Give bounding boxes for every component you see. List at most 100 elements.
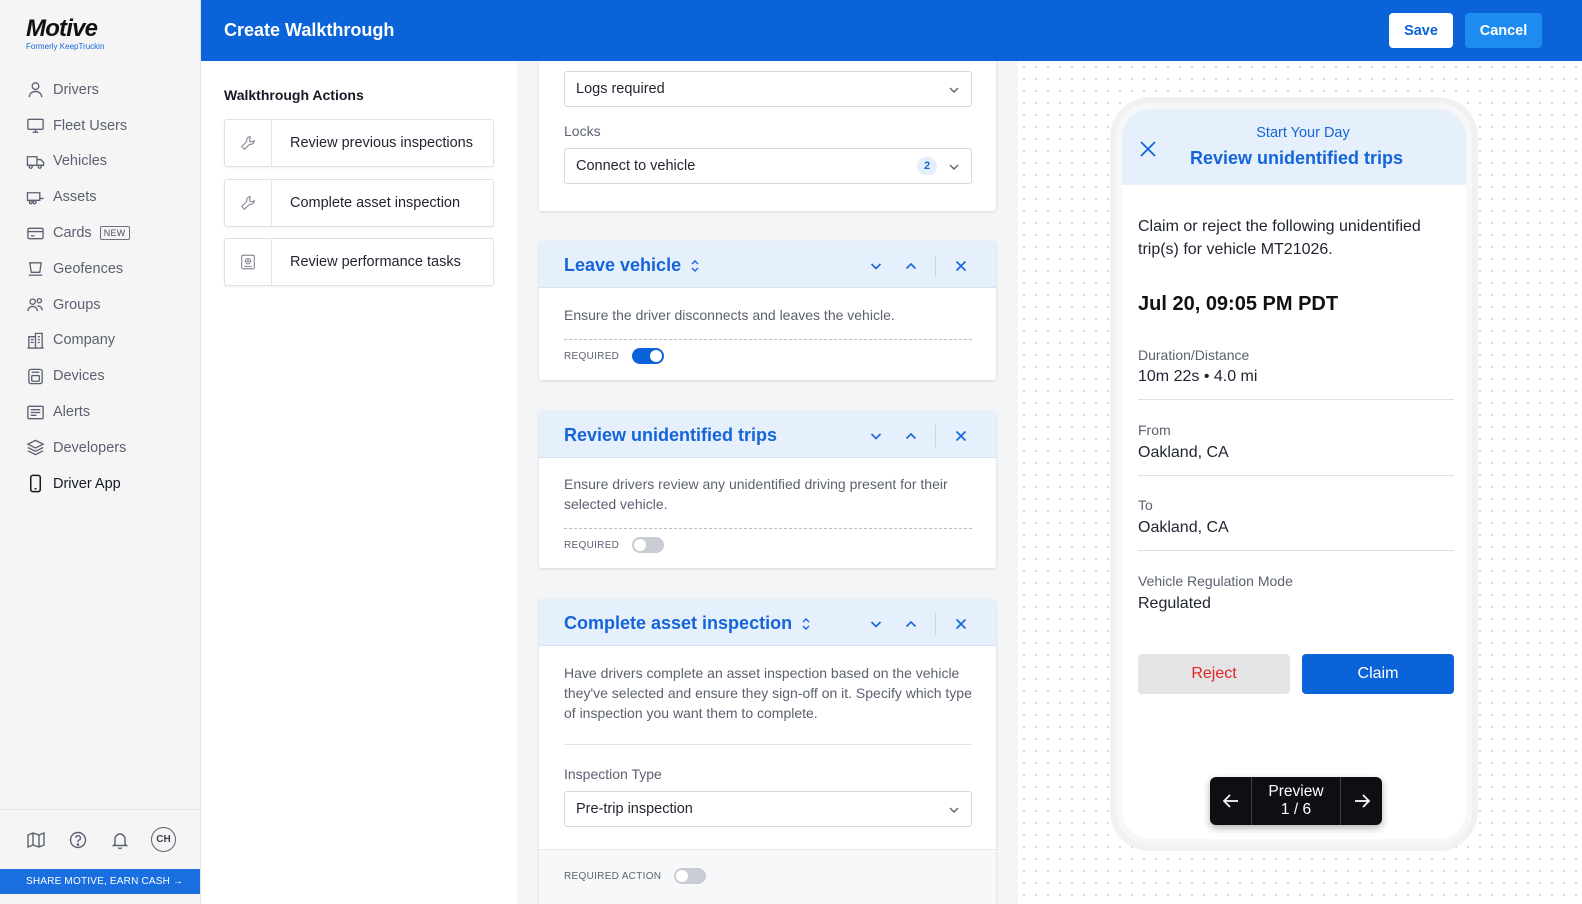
select-value: Logs required <box>576 81 665 97</box>
devices-icon <box>25 366 45 386</box>
pager-label: Preview <box>1268 783 1324 800</box>
sidebar-item-label: Devices <box>53 368 105 385</box>
claim-button[interactable]: Claim <box>1302 654 1454 694</box>
card-controls <box>851 613 971 635</box>
sort-icon[interactable] <box>689 259 701 273</box>
walkthrough-actions-title: Walkthrough Actions <box>224 87 364 103</box>
sidebar-item-label: Vehicles <box>53 153 108 170</box>
arrow-right-icon[interactable] <box>1341 777 1382 825</box>
complete-asset-inspection-card: Complete asset inspection Have drivers c… <box>539 599 996 904</box>
logo-wordmark: Motive <box>26 15 98 42</box>
sidebar-nav: Drivers Fleet Users Vehicles Assets Card… <box>0 72 200 502</box>
logo-tagline: Formerly KeepTruckin <box>26 42 105 51</box>
chevron-down-icon[interactable] <box>866 614 886 634</box>
help-icon[interactable] <box>67 829 89 851</box>
select-value: Connect to vehicle <box>576 158 696 174</box>
truck-icon <box>25 151 45 171</box>
sidebar-item-driver-app[interactable]: Driver App <box>0 466 200 502</box>
sidebar-item-geofences[interactable]: Geofences <box>0 251 200 287</box>
action-review-performance-tasks[interactable]: Review performance tasks <box>224 238 494 286</box>
map-area-icon <box>25 259 45 279</box>
leave-vehicle-card: Leave vehicle Ensure the driver disconne… <box>539 241 996 380</box>
duration-distance-value: 10m 22s • 4.0 mi <box>1138 368 1258 385</box>
inspection-type-select[interactable]: Pre-trip inspection <box>564 791 972 827</box>
sidebar-item-assets[interactable]: Assets <box>0 179 200 215</box>
walkthrough-editor: Logs required Locks Connect to vehicle 2… <box>517 61 1018 904</box>
groups-icon <box>25 295 45 315</box>
chevron-down-icon[interactable] <box>866 426 886 446</box>
divider <box>564 339 972 340</box>
preview-canvas: Start Your Day Review unidentified trips… <box>1018 61 1582 904</box>
action-review-previous-inspections[interactable]: Review previous inspections <box>224 119 494 167</box>
close-icon[interactable] <box>951 614 971 634</box>
required-action-footer: REQUIRED ACTION <box>539 849 996 904</box>
close-icon[interactable] <box>951 426 971 446</box>
preview-pager: Preview 1 / 6 <box>1210 777 1382 825</box>
from-label: From <box>1138 422 1171 438</box>
card-title-text: Review unidentified trips <box>564 425 778 445</box>
action-complete-asset-inspection[interactable]: Complete asset inspection <box>224 179 494 227</box>
required-action-row: REQUIRED ACTION <box>564 868 707 884</box>
sidebar-item-label: Company <box>53 332 116 349</box>
sidebar-item-drivers[interactable]: Drivers <box>0 72 200 108</box>
required-action-toggle[interactable] <box>674 868 707 884</box>
bell-icon[interactable] <box>109 829 131 851</box>
share-motive-banner[interactable]: SHARE MOTIVE, EARN CASH → <box>0 869 200 894</box>
chevron-up-icon[interactable] <box>901 256 921 276</box>
sidebar-item-devices[interactable]: Devices <box>0 358 200 394</box>
page-header: Create Walkthrough Save Cancel <box>201 0 1582 61</box>
sidebar-item-label: Groups <box>53 296 101 313</box>
to-value: Oakland, CA <box>1138 519 1229 536</box>
required-toggle[interactable] <box>632 537 665 553</box>
wrench-icon <box>225 180 272 226</box>
selected-count-badge: 2 <box>917 157 937 175</box>
map-pin-icon[interactable] <box>25 829 47 851</box>
required-action-label: REQUIRED ACTION <box>564 870 662 882</box>
avatar[interactable]: CH <box>151 827 176 852</box>
reject-button[interactable]: Reject <box>1138 654 1290 694</box>
card-description: Ensure drivers review any unidentified d… <box>564 476 948 512</box>
phone-supertitle: Start Your Day <box>1256 125 1350 141</box>
sidebar-item-alerts[interactable]: Alerts <box>0 394 200 430</box>
sidebar-item-developers[interactable]: Developers <box>0 430 200 466</box>
chevron-up-icon[interactable] <box>901 614 921 634</box>
trip-description: Claim or reject the following unidentifi… <box>1138 218 1421 258</box>
cancel-button[interactable]: Cancel <box>1465 13 1542 48</box>
sidebar-item-vehicles[interactable]: Vehicles <box>0 144 200 180</box>
motive-logo[interactable]: Motive Formerly KeepTruckin <box>26 15 105 52</box>
sidebar-item-label: Driver App <box>53 475 121 492</box>
duration-distance-label: Duration/Distance <box>1138 347 1250 363</box>
sidebar-item-cards[interactable]: Cards NEW <box>0 215 200 251</box>
logs-required-select[interactable]: Logs required <box>564 71 972 107</box>
sidebar-item-groups[interactable]: Groups <box>0 287 200 323</box>
layers-icon <box>25 438 45 458</box>
required-row: REQUIRED <box>564 348 665 364</box>
chevron-down-icon[interactable] <box>866 256 886 276</box>
required-toggle[interactable] <box>632 348 665 364</box>
card-title: Complete asset inspection <box>564 613 812 634</box>
card-description: Ensure the driver disconnects and leaves… <box>564 307 895 323</box>
building-icon <box>25 330 45 350</box>
walkthrough-actions-panel: Walkthrough Actions Review previous insp… <box>201 61 517 904</box>
from-value: Oakland, CA <box>1138 444 1229 461</box>
trailer-icon <box>25 187 45 207</box>
locks-select[interactable]: Connect to vehicle 2 <box>564 148 972 184</box>
divider <box>935 255 936 277</box>
chevron-down-icon <box>948 161 960 177</box>
close-icon[interactable] <box>951 256 971 276</box>
action-label: Complete asset inspection <box>290 195 461 211</box>
sidebar-footer: CH <box>0 809 200 869</box>
save-button[interactable]: Save <box>1389 13 1453 48</box>
divider <box>1138 399 1454 400</box>
chevron-up-icon[interactable] <box>901 426 921 446</box>
target-icon <box>225 239 272 285</box>
sidebar-item-label: Alerts <box>53 404 91 421</box>
sidebar-item-fleet-users[interactable]: Fleet Users <box>0 108 200 144</box>
arrow-left-icon[interactable] <box>1210 777 1251 825</box>
sidebar-item-company[interactable]: Company <box>0 323 200 359</box>
sort-icon[interactable] <box>800 617 812 631</box>
alerts-icon <box>25 402 45 422</box>
monitor-icon <box>25 116 45 136</box>
card-title: Leave vehicle <box>564 255 701 276</box>
locks-label: Locks <box>564 123 601 139</box>
